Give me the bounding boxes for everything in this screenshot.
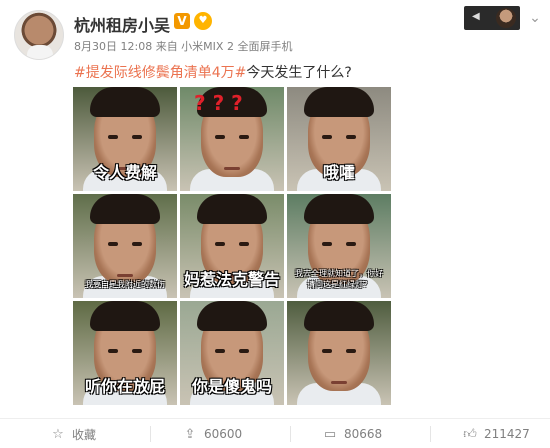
meme-image[interactable]: ? ? ? [180, 87, 284, 191]
gallery-thumb [496, 8, 516, 28]
eye [346, 349, 356, 353]
meme-image[interactable]: 我去全理就知道了，你好 请问这是红绿灯？ [287, 194, 391, 298]
mouth [224, 167, 240, 170]
vip-heart-icon: ♥ [194, 12, 212, 30]
like-count: 211427 [484, 427, 530, 441]
eye [132, 135, 142, 139]
post-text: #提发际线修鬓角清单4万#今天发生了什么? [74, 62, 352, 82]
hair [90, 87, 160, 117]
hair [90, 301, 160, 331]
meme-image[interactable]: 妈惹法克警告 [180, 194, 284, 298]
eye [215, 242, 225, 246]
share-button[interactable]: ⇪ 60600 [182, 419, 243, 448]
meme-image[interactable]: 你是傻鬼吗 [180, 301, 284, 405]
meme-image[interactable]: 我要自是我附近的数伤 [73, 194, 177, 298]
share-count: 60600 [204, 427, 243, 441]
divider [430, 426, 431, 442]
avatar-gallery-icon[interactable]: ◀ [464, 6, 520, 30]
eye [215, 349, 225, 353]
topic-link[interactable]: #提发际线修鬓角清单4万# [74, 65, 246, 81]
eye [346, 135, 356, 139]
thumbs-up-icon: 👍︎ [463, 426, 477, 442]
eye [132, 349, 142, 353]
post-meta: 8月30日 12:08 来自 小米MIX 2 全面屏手机 [74, 40, 293, 53]
comment-icon: ▭ [323, 426, 337, 442]
meme-image[interactable]: 哦嚯 [287, 87, 391, 191]
mouth [331, 381, 347, 384]
comment-button[interactable]: ▭ 80668 [322, 419, 382, 448]
hair [304, 301, 374, 331]
hair [197, 301, 267, 331]
divider [150, 426, 151, 442]
image-caption: 令人费解 [92, 163, 157, 182]
favorite-button[interactable]: ☆ 收藏 [50, 419, 96, 448]
eye [346, 242, 356, 246]
chevron-down-icon[interactable]: ⌄ [528, 11, 542, 26]
hair [197, 194, 267, 224]
eye [322, 135, 332, 139]
hair [304, 87, 374, 117]
meme-image[interactable]: 令人费解 [73, 87, 177, 191]
favorite-label: 收藏 [72, 427, 97, 442]
like-button[interactable]: 👍︎ 211427 [462, 419, 530, 448]
chevron-left-icon: ◀ [472, 11, 480, 22]
divider [290, 426, 291, 442]
share-icon: ⇪ [184, 426, 196, 442]
image-caption: 听你在放屁 [84, 377, 165, 396]
eye [108, 242, 118, 246]
image-caption: 哦嚯 [322, 163, 355, 182]
image-caption: 我要自是我附近的数伤 [85, 280, 165, 289]
hair [90, 194, 160, 224]
eye [108, 349, 118, 353]
image-caption: 我去全理就知道了，你好 请问这是红绿灯？ [295, 269, 383, 289]
eye [132, 242, 142, 246]
verified-badge-icon: V [174, 13, 190, 29]
meme-image[interactable] [287, 301, 391, 405]
eye [239, 242, 249, 246]
eye [215, 135, 225, 139]
avatar[interactable] [14, 10, 64, 60]
question-marks: ? ? ? [194, 91, 243, 115]
image-caption: 妈惹法克警告 [183, 270, 280, 289]
hair [304, 194, 374, 224]
eye [322, 349, 332, 353]
eye [239, 349, 249, 353]
eye [322, 242, 332, 246]
weibo-post: 杭州租房小吴 V ♥ 8月30日 12:08 来自 小米MIX 2 全面屏手机 … [0, 0, 550, 448]
image-caption: 你是傻鬼吗 [191, 377, 272, 396]
user-name[interactable]: 杭州租房小吴 [74, 12, 170, 36]
comment-count: 80668 [344, 427, 383, 441]
image-grid: 令人费解 ? ? ? 哦嚯我要自是我附近的数伤 妈惹法克警告 我去全理就知道了，你好 请… [73, 87, 391, 405]
meme-image[interactable]: 听你在放屁 [73, 301, 177, 405]
eye [239, 135, 249, 139]
post-body: 今天发生了什么? [246, 65, 352, 81]
action-bar: ☆ 收藏 ⇪ 60600 ▭ 80668 👍︎ 211427 [0, 418, 550, 448]
eye [108, 135, 118, 139]
star-icon: ☆ [52, 426, 64, 442]
mouth [117, 274, 133, 277]
